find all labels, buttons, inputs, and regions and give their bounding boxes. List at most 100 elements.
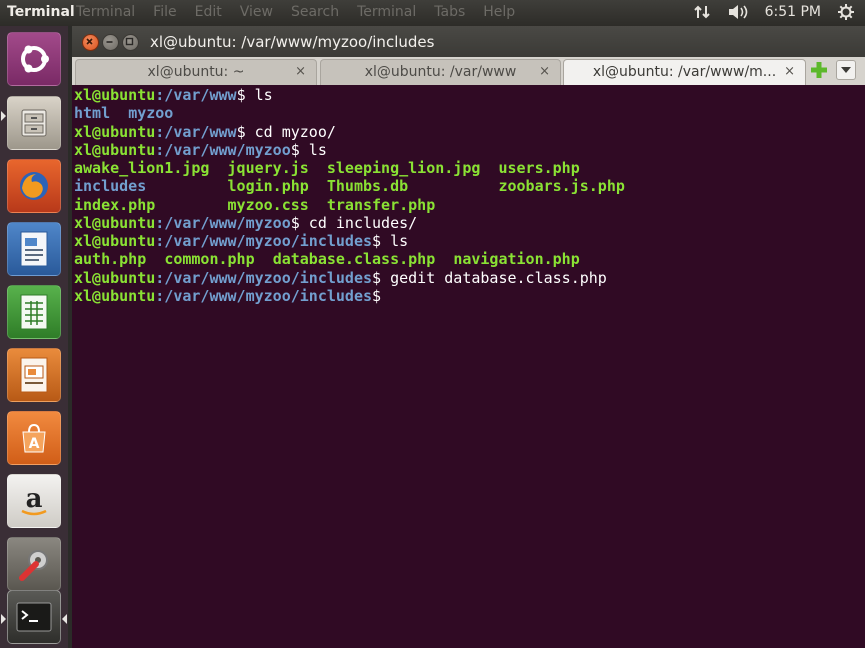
terminal-output[interactable]: xl@ubuntu:/var/www$ ls html myzoo xl@ubunt… (74, 86, 863, 646)
firefox-button[interactable] (7, 159, 61, 213)
amazon-button[interactable]: a (7, 474, 61, 528)
prompt-command: $ ls (236, 86, 273, 104)
writer-button[interactable] (7, 222, 61, 276)
wrench-gear-icon (19, 550, 48, 581)
prompt-command: $ cd myzoo/ (236, 122, 336, 141)
menu-terminal-2[interactable]: Terminal (357, 4, 416, 20)
prompt-path: :/var/www/myzoo (155, 213, 291, 232)
app-title: Terminal (7, 4, 75, 20)
directory-entry: html (74, 104, 111, 123)
launcher: A a (0, 26, 68, 648)
ubuntu-logo-icon (21, 45, 49, 73)
prompt-path: :/var/www (155, 86, 237, 104)
tab-label: xl@ubuntu: /var/www/m... (592, 64, 777, 80)
files-button[interactable] (7, 96, 61, 150)
tab-bar: xl@ubuntu: ~ × xl@ubuntu: /var/www × xl@… (72, 57, 865, 85)
tab-label: xl@ubuntu: /var/www (364, 64, 517, 80)
tab-close-icon[interactable]: × (295, 60, 306, 84)
menu-search[interactable]: Search (291, 4, 339, 20)
tab-home[interactable]: xl@ubuntu: ~ × (75, 59, 317, 85)
prompt-user: xl@ubuntu (74, 268, 156, 287)
menu-tabs[interactable]: Tabs (434, 4, 465, 20)
svg-text:a: a (26, 484, 43, 514)
file-entry: sleeping_lion.jpg (326, 159, 481, 177)
spreadsheet-icon (20, 294, 48, 330)
output-line: html myzoo (74, 104, 863, 122)
prompt-line: xl@ubuntu:/var/www/myzoo/includes$ (74, 287, 863, 305)
prompt-command: $ cd includes/ (290, 213, 418, 232)
minimize-button[interactable] (102, 34, 119, 51)
volume-icon[interactable] (727, 3, 749, 21)
terminal-window: xl@ubuntu: /var/www/myzoo/includes xl@ub… (72, 26, 865, 648)
tab-close-icon[interactable]: × (539, 60, 550, 84)
file-entry: index.php (74, 195, 156, 214)
indicator-area: 6:51 PM (693, 3, 855, 21)
prompt-user: xl@ubuntu (74, 213, 156, 232)
terminal-icon (16, 602, 52, 632)
file-entry: jquery.js (227, 159, 309, 177)
maximize-button[interactable] (122, 34, 139, 51)
directory-entry: myzoo (128, 104, 174, 123)
tab-includes-active[interactable]: xl@ubuntu: /var/www/m... × (563, 59, 806, 85)
close-icon (86, 38, 93, 45)
document-icon (20, 231, 48, 267)
prompt-line: xl@ubuntu:/var/www/myzoo$ ls (74, 141, 863, 159)
gear-icon[interactable] (837, 3, 855, 21)
prompt-user: xl@ubuntu (74, 286, 156, 305)
svg-text:A: A (29, 436, 40, 452)
output-line: auth.php common.php database.class.php n… (74, 250, 863, 268)
file-entry: auth.php (74, 250, 147, 269)
terminal-button[interactable] (7, 590, 61, 644)
menu-bar: Terminal File Edit View Search Terminal … (76, 4, 533, 20)
active-indicator (62, 614, 67, 624)
new-tab-button[interactable] (809, 60, 829, 80)
clock[interactable]: 6:51 PM (765, 4, 821, 20)
prompt-user: xl@ubuntu (74, 86, 156, 104)
prompt-path: :/var/www/myzoo/includes (155, 232, 373, 250)
prompt-path: :/var/www (155, 122, 237, 141)
prompt-path: :/var/www/myzoo/includes (155, 268, 373, 287)
maximize-icon (125, 37, 134, 46)
window-titlebar[interactable]: xl@ubuntu: /var/www/myzoo/includes (72, 26, 865, 57)
running-indicator (1, 614, 6, 624)
file-cabinet-icon (21, 109, 47, 137)
software-center-button[interactable]: A (7, 411, 61, 465)
close-button[interactable] (82, 34, 99, 51)
file-entry: myzoo.css (227, 195, 309, 214)
plus-icon (811, 62, 827, 78)
menu-view[interactable]: View (240, 4, 273, 20)
network-arrows-icon[interactable] (693, 3, 711, 21)
tab-close-icon[interactable]: × (784, 60, 795, 84)
firefox-icon (20, 172, 48, 200)
menu-file[interactable]: File (153, 4, 176, 20)
prompt-command: $ ls (372, 232, 409, 250)
tab-var-www[interactable]: xl@ubuntu: /var/www × (320, 59, 561, 85)
minimize-icon (106, 41, 113, 43)
impress-button[interactable] (7, 348, 61, 402)
menu-help[interactable]: Help (483, 4, 515, 20)
file-entry: users.php (498, 159, 580, 177)
running-indicator (1, 111, 6, 121)
file-entry: Thumbs.db (326, 177, 409, 196)
system-settings-button[interactable] (7, 537, 61, 591)
prompt-user: xl@ubuntu (74, 122, 156, 141)
ubuntu-dash-button[interactable] (7, 32, 61, 86)
prompt-command: $ gedit database.class.php (372, 268, 607, 287)
menu-terminal[interactable]: Terminal (76, 4, 135, 20)
output-line: awake_lion1.jpg jquery.js sleeping_lion.… (74, 159, 863, 177)
prompt-line: xl@ubuntu:/var/www/myzoo/includes$ gedit… (74, 269, 863, 287)
top-panel: Terminal Terminal File Edit View Search … (0, 0, 865, 26)
file-entry: zoobars.js.php (498, 177, 625, 196)
tab-list-button[interactable] (836, 60, 856, 80)
window-title: xl@ubuntu: /var/www/myzoo/includes (150, 33, 435, 51)
shopping-bag-icon: A (22, 423, 46, 453)
menu-edit[interactable]: Edit (195, 4, 222, 20)
calc-button[interactable] (7, 285, 61, 339)
